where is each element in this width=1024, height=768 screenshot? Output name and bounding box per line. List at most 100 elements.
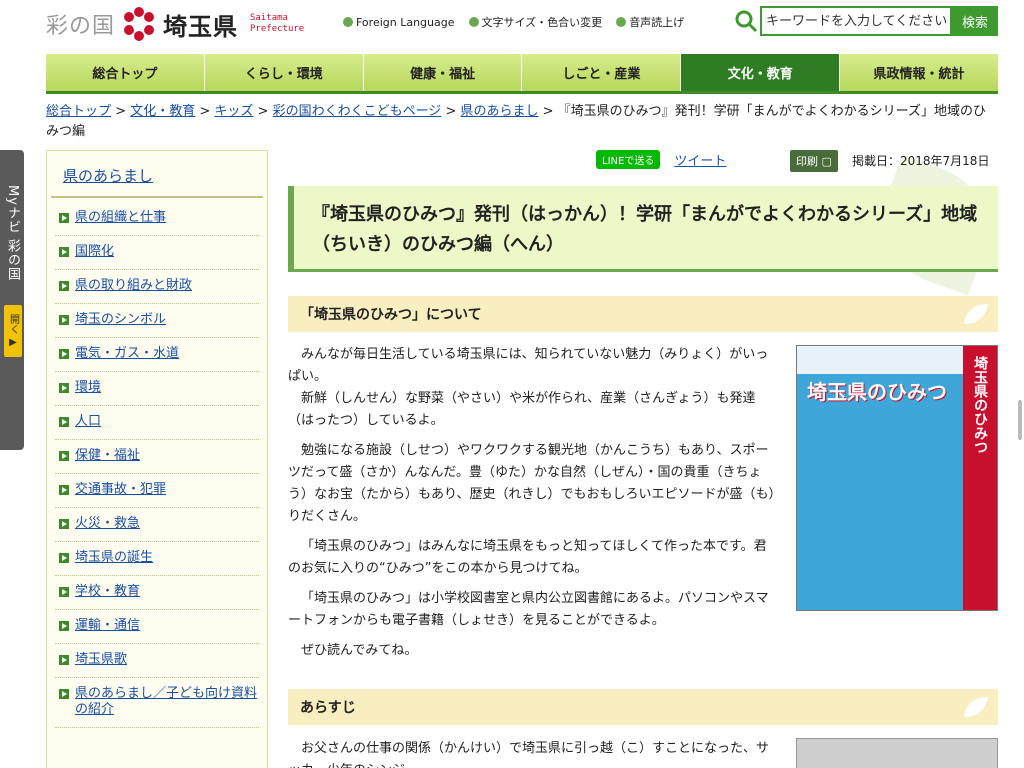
breadcrumb-link[interactable]: キッズ — [214, 104, 253, 119]
sidebar-item-label[interactable]: 電気・ガス・水道 — [75, 346, 179, 362]
arrow-bullet-icon — [59, 247, 69, 257]
scrollbar[interactable] — [1018, 400, 1022, 440]
sidebar-item[interactable]: 学校・教育 — [55, 576, 259, 610]
about-body: みんなが毎日生活している埼玉県には、知られていない魅力（みりょく）がいっぱい。 … — [288, 344, 776, 670]
global-nav: 総合トップ くらし・環境 健康・福祉 しごと・産業 文化・教育 県政情報・統計 — [46, 54, 998, 94]
gear-icon — [468, 17, 479, 27]
sidebar-item[interactable]: 交通事故・犯罪 — [55, 474, 259, 508]
site-header: 彩の国 埼玉県 Saitama Prefecture Foreign Langu… — [46, 0, 998, 46]
nav-item-life[interactable]: くらし・環境 — [205, 54, 364, 91]
sidebar-item-label[interactable]: 県の組織と仕事 — [75, 210, 166, 226]
breadcrumb-link[interactable]: 文化・教育 — [130, 104, 195, 119]
search-icon — [735, 10, 758, 33]
logo-sainokuni: 彩の国 — [46, 14, 116, 39]
font-size-label: 文字サイズ・色合い変更 — [481, 16, 603, 29]
search-form: 検索 — [734, 6, 998, 36]
sidebar-item[interactable]: 保健・福祉 — [55, 440, 259, 474]
paragraph: みんなが毎日生活している埼玉県には、知られていない魅力（みりょく）がいっぱい。 — [288, 347, 769, 384]
synopsis-body: お父さんの仕事の関係（かんけい）で埼玉県に引っ越（こ）すことになった、サッカー少… — [288, 738, 776, 768]
line-share-label: LINEで送る — [602, 156, 655, 167]
arrow-bullet-icon — [59, 553, 69, 563]
sidebar-item-label[interactable]: 埼玉のシンボル — [75, 312, 166, 328]
share-bar: LINEで送る ツイート — [596, 150, 726, 169]
sidebar-item-label[interactable]: 国際化 — [75, 244, 114, 260]
sidebar-item[interactable]: 電気・ガス・水道 — [55, 338, 259, 372]
sidebar-item[interactable]: 県の取り組みと財政 — [55, 270, 259, 304]
sidebar-item[interactable]: 県の組織と仕事 — [55, 202, 259, 236]
sidebar-title[interactable]: 県のあらまし — [51, 151, 263, 198]
breadcrumb-link[interactable]: 彩の国わくわくこどもページ — [273, 104, 442, 119]
sidebar-item-label[interactable]: 運輸・通信 — [75, 618, 140, 634]
breadcrumb-link[interactable]: 総合トップ — [46, 104, 111, 119]
publish-date: 掲載日：2018年7月18日 — [852, 154, 990, 168]
arrow-bullet-icon — [59, 417, 69, 427]
sidebar-item-label[interactable]: 埼玉県歌 — [75, 652, 127, 668]
sidebar-item-label[interactable]: 保健・福祉 — [75, 448, 140, 464]
sidebar-item[interactable]: 運輸・通信 — [55, 610, 259, 644]
leaf-icon — [964, 697, 988, 717]
paragraph: 新鮮（しんせん）な野菜（やさい）や米が作られ、産業（さんぎょう）も発達（はったつ… — [288, 391, 756, 428]
sidebar-item-label[interactable]: 人口 — [75, 414, 101, 430]
search-button[interactable]: 検索 — [952, 6, 998, 36]
print-label: 印刷 — [796, 155, 818, 168]
arrow-bullet-icon — [59, 655, 69, 665]
section-heading-synopsis-text: あらすじ — [300, 700, 356, 716]
breadcrumb-link[interactable]: 県のあらまし — [460, 104, 538, 119]
sidebar-item[interactable]: 人口 — [55, 406, 259, 440]
sidebar-item[interactable]: 国際化 — [55, 236, 259, 270]
sidebar-item-label[interactable]: 埼玉県の誕生 — [75, 550, 153, 566]
nav-item-health[interactable]: 健康・福祉 — [364, 54, 523, 91]
arrow-bullet-icon — [59, 689, 69, 699]
logo-english-line2: Prefecture — [250, 24, 305, 34]
search-input[interactable] — [760, 6, 952, 36]
sidebar-item-label[interactable]: 学校・教育 — [75, 584, 140, 600]
font-size-link[interactable]: 文字サイズ・色合い変更 — [468, 14, 603, 30]
book-photo-image — [796, 738, 998, 768]
paragraph: 「埼玉県のひみつ」は小学校図書室と県内公立図書館にあるよ。パソコンやスマートフォ… — [288, 591, 769, 628]
sidebar-item-label[interactable]: 県の取り組みと財政 — [75, 278, 192, 294]
nav-item-culture[interactable]: 文化・教育 — [681, 54, 841, 91]
nav-item-top[interactable]: 総合トップ — [46, 54, 205, 91]
sidebar-item[interactable]: 埼玉県の誕生 — [55, 542, 259, 576]
utility-links: Foreign Language 文字サイズ・色合い変更 音声読上げ — [343, 14, 684, 30]
sidebar-item-label[interactable]: 交通事故・犯罪 — [75, 482, 166, 498]
sidebar-item-label[interactable]: 県のあらまし／子ども向け資料の紹介 — [75, 686, 259, 718]
mynavi-open-button[interactable]: 開く ▶ — [4, 305, 22, 357]
logo-english-line1: Saitama — [250, 13, 288, 23]
arrow-bullet-icon — [59, 587, 69, 597]
sidebar-item[interactable]: 県のあらまし／子ども向け資料の紹介 — [55, 678, 259, 728]
mynavi-label: Myナビ 彩の国 — [5, 185, 20, 282]
sidebar-item[interactable]: 埼玉県歌 — [55, 644, 259, 678]
sidebar-item[interactable]: 埼玉のシンボル — [55, 304, 259, 338]
book-cover-image: 埼玉県のひみつ 埼玉県のひみつ — [796, 345, 998, 611]
synopsis-text: お父さんの仕事の関係（かんけい）で埼玉県に引っ越（こ）すことになった、サッカー少… — [288, 741, 770, 768]
arrow-bullet-icon — [59, 451, 69, 461]
book-cover-spine: 埼玉県のひみつ — [963, 346, 997, 610]
paragraph: 「埼玉県のひみつ」はみんなに埼玉県をもっと知ってほしくて作った本です。君のお気に… — [288, 539, 767, 576]
nav-item-prefgov[interactable]: 県政情報・統計 — [840, 54, 998, 91]
arrow-bullet-icon — [59, 621, 69, 631]
line-share-button[interactable]: LINEで送る — [596, 150, 661, 169]
leaf-icon — [964, 304, 988, 324]
section-heading-synopsis: あらすじ — [288, 689, 998, 725]
arrow-bullet-icon — [59, 213, 69, 223]
nav-item-work[interactable]: しごと・産業 — [522, 54, 682, 91]
site-logo[interactable]: 彩の国 埼玉県 Saitama Prefecture — [46, 6, 304, 42]
prefecture-emblem-icon — [124, 7, 155, 41]
foreign-language-link[interactable]: Foreign Language — [343, 16, 455, 29]
sidebar-item-label[interactable]: 火災・救急 — [75, 516, 140, 532]
section-heading-about-text: 「埼玉県のひみつ」について — [300, 307, 482, 323]
sidebar-item-label[interactable]: 環境 — [75, 380, 101, 396]
book-cover-title: 埼玉県のひみつ — [807, 380, 947, 404]
voice-read-label: 音声読上げ — [629, 16, 685, 29]
sidebar-item[interactable]: 火災・救急 — [55, 508, 259, 542]
arrow-bullet-icon — [59, 281, 69, 291]
paragraph: 勉強になる施設（しせつ）やワクワクする観光地（かんこうち）もあり、スポーツだって… — [288, 443, 775, 524]
speaker-icon — [616, 17, 627, 27]
foreign-language-label: Foreign Language — [356, 15, 455, 29]
voice-read-link[interactable]: 音声読上げ — [616, 14, 684, 30]
sidebar-item[interactable]: 環境 — [55, 372, 259, 406]
tweet-link[interactable]: ツイート — [674, 150, 726, 169]
print-button[interactable]: 印刷 ▢ — [790, 150, 838, 172]
page-title: 『埼玉県のひみつ』発刊（はっかん）！学研「まんがでよくわかるシリーズ」地域（ちい… — [312, 204, 978, 255]
